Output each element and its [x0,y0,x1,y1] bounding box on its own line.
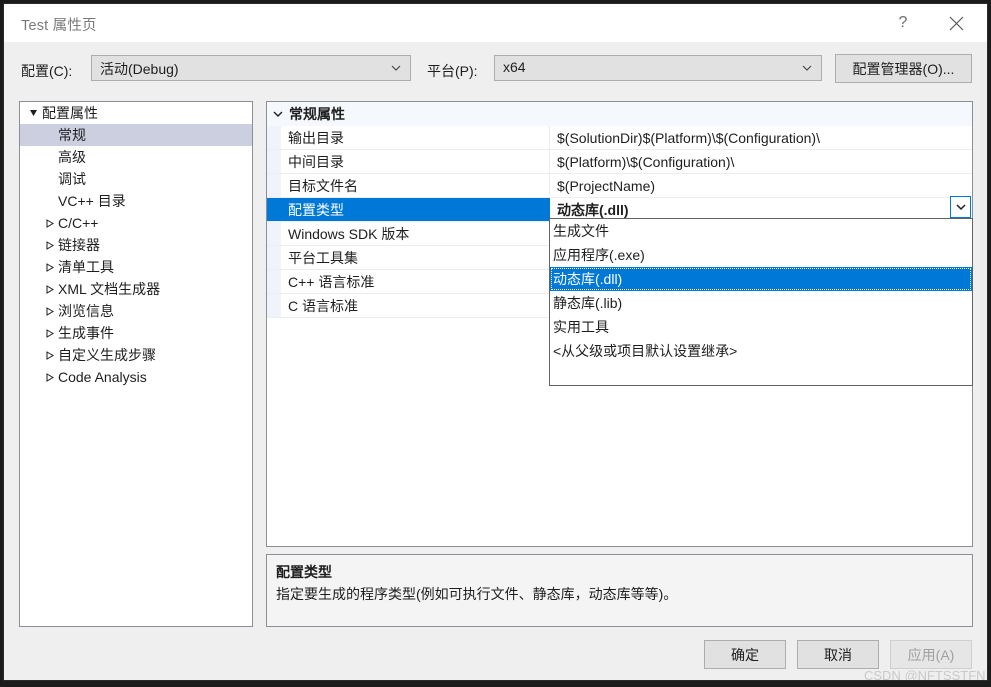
grid-gutter [267,174,281,197]
tree-item-label: 高级 [58,149,86,165]
tree-item-label: 清单工具 [58,259,114,275]
grid-row-name: 目标文件名 [281,174,550,197]
window-title: Test 属性页 [21,18,97,34]
dropdown-option[interactable]: 静态库(.lib) [550,291,972,315]
close-icon [949,16,964,31]
dropdown-option[interactable]: 实用工具 [550,315,972,339]
ok-label: 确定 [731,646,759,663]
help-button[interactable]: ? [880,4,926,42]
triangle-right-icon[interactable] [42,328,56,338]
dropdown-option[interactable]: 动态库(.dll) [550,267,972,291]
grid-gutter [267,270,281,293]
tree-item[interactable]: XML 文档生成器 [20,278,252,300]
close-button[interactable] [933,4,979,42]
dropdown-option[interactable]: <从父级或项目默认设置继承> [550,339,972,363]
description-text: 指定要生成的程序类型(例如可执行文件、静态库，动态库等等)。 [276,586,678,602]
property-pages-dialog: Test 属性页 ? 配置(C): 活动(Debug) 平台(P): x64 配… [3,3,988,681]
dropdown-option[interactable]: 应用程序(.exe) [550,243,972,267]
tree-item[interactable]: 浏览信息 [20,300,252,322]
property-tree[interactable]: 配置属性常规高级调试 VC++ 目录 C/C++ 链接器清单工具 XML 文档生成器 浏览… [19,101,253,627]
tree-item[interactable]: VC++ 目录 [20,190,252,212]
triangle-down-icon[interactable] [26,109,40,118]
tree-item-label: Code Analysis [58,369,147,385]
description-panel: 配置类型 指定要生成的程序类型(例如可执行文件、静态库，动态库等等)。 [266,554,973,627]
triangle-right-icon[interactable] [42,240,56,250]
triangle-right-icon[interactable] [42,262,56,272]
tree-item[interactable]: 清单工具 [20,256,252,278]
configuration-manager-button[interactable]: 配置管理器(O)... [835,54,972,83]
dropdown-option[interactable]: 生成文件 [550,219,972,243]
grid-row[interactable]: 目标文件名 $(ProjectName) [267,174,972,198]
tree-item-label: VC++ 目录 [58,193,126,209]
configuration-label: 配置(C): [21,63,73,79]
grid-gutter [267,294,281,317]
grid-section-header[interactable]: 常规属性 [267,102,972,126]
tree-item[interactable]: 调试 [20,168,252,190]
tree-item[interactable]: 高级 [20,146,252,168]
triangle-right-icon[interactable] [42,372,56,382]
chevron-down-icon [801,60,813,76]
chevron-down-icon [267,108,289,120]
grid-row-name: 配置类型 [281,198,550,221]
tree-item-label: 自定义生成步骤 [58,347,156,363]
tree-item-label: 调试 [58,171,86,187]
triangle-right-icon[interactable] [42,218,56,228]
grid-row-name: C++ 语言标准 [281,270,550,293]
grid-row-value[interactable]: $(Platform)\$(Configuration)\ [550,150,972,173]
cancel-button[interactable]: 取消 [797,640,879,669]
configuration-manager-label: 配置管理器(O)... [852,60,955,77]
grid-gutter [267,246,281,269]
tree-item[interactable]: 常规 [20,124,252,146]
tree-item-label: 链接器 [58,237,100,253]
question-mark-icon: ? [898,14,908,31]
tree-item[interactable]: 自定义生成步骤 [20,344,252,366]
triangle-right-icon[interactable] [42,284,56,294]
apply-label: 应用(A) [907,646,955,663]
watermark: CSDN @NFTSSTFN [864,668,986,681]
grid-row[interactable]: 中间目录 $(Platform)\$(Configuration)\ [267,150,972,174]
tree-item[interactable]: 链接器 [20,234,252,256]
tree-item[interactable]: Code Analysis [20,366,252,388]
triangle-right-icon[interactable] [42,350,56,360]
tree-item-label: 配置属性 [42,105,98,121]
tree-item-label: 常规 [58,127,86,143]
chevron-down-icon [955,201,967,213]
grid-row-name: Windows SDK 版本 [281,222,550,245]
configuration-type-dropdown-list[interactable]: 生成文件 应用程序(.exe) 动态库(.dll) 静态库(.lib) 实用工具 <从父级… [549,218,973,386]
tree-item[interactable]: 配置属性 [20,102,252,124]
grid-row-value[interactable]: $(ProjectName) [550,174,972,197]
grid-row-value[interactable]: $(SolutionDir)$(Platform)\$(Configuratio… [550,126,972,149]
grid-row-name: 平台工具集 [281,246,550,269]
cancel-label: 取消 [824,646,852,663]
triangle-right-icon[interactable] [42,306,56,316]
grid-gutter [267,222,281,245]
chevron-down-icon [390,60,402,76]
title-bar: Test 属性页 ? [4,4,987,42]
grid-gutter [267,150,281,173]
grid-row-name: C 语言标准 [281,294,550,317]
grid-row-name: 中间目录 [281,150,550,173]
description-title: 配置类型 [276,564,332,580]
configuration-type-dropdown-button[interactable] [950,196,971,218]
configuration-combobox[interactable]: 活动(Debug) [91,55,411,81]
grid-gutter [267,198,281,221]
tree-item-label: 浏览信息 [58,303,114,319]
grid-section-title: 常规属性 [289,106,345,122]
apply-button: 应用(A) [890,640,972,669]
grid-row-name: 输出目录 [281,126,550,149]
platform-label: 平台(P): [427,63,478,79]
configuration-value: 活动(Debug) [100,61,179,77]
tree-item-label: C/C++ [58,215,99,231]
platform-combobox[interactable]: x64 [494,55,822,81]
grid-row[interactable]: 输出目录 $(SolutionDir)$(Platform)\$(Configur… [267,126,972,150]
ok-button[interactable]: 确定 [704,640,786,669]
tree-item[interactable]: 生成事件 [20,322,252,344]
tree-item[interactable]: C/C++ [20,212,252,234]
tree-item-label: XML 文档生成器 [58,281,161,297]
platform-value: x64 [503,59,526,75]
grid-gutter [267,126,281,149]
configuration-bar: 配置(C): 活动(Debug) 平台(P): x64 配置管理器(O)... [4,42,987,99]
tree-item-label: 生成事件 [58,325,114,341]
